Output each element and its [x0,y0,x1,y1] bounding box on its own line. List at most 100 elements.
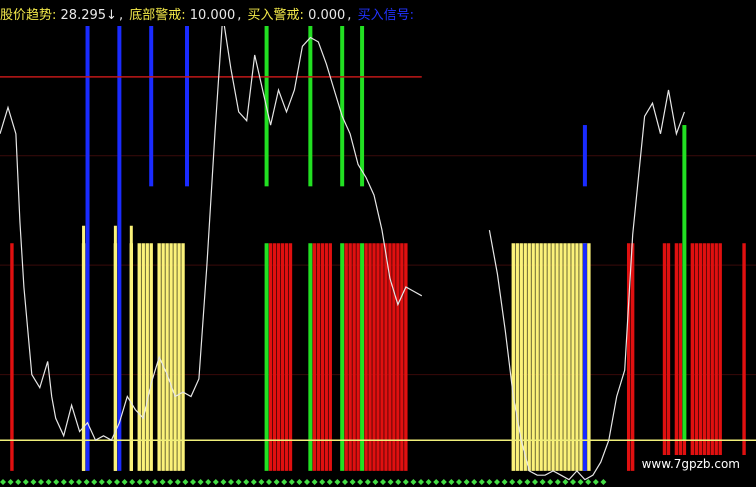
chart-legend: 股价趋势: 28.295↓, 底部警戒: 10.000, 买入警戒: 0.000… [0,6,418,26]
green-signal-line-5 [308,20,313,187]
red-bar-23 [392,243,396,471]
diamond-marker-25 [190,479,196,485]
yellow-bar-3 [137,243,141,471]
yellow-bar-29 [571,243,575,471]
diamond-marker-6 [45,479,52,485]
diamond-marker-11 [83,479,90,485]
red-bar-29 [662,243,667,471]
diamond-marker-44 [334,479,341,485]
diamond-marker-51 [387,479,394,485]
yellow-bar-8 [161,243,165,471]
red-bar-7 [312,243,317,471]
yellow-bar-14 [511,243,515,471]
diamond-marker-43 [326,479,333,485]
diamond-marker-56 [425,479,432,485]
red-bar-31 [674,243,679,471]
yellow-bar-26 [559,243,563,471]
yellow-bar-31 [579,243,583,471]
diamond-marker-75 [570,479,576,485]
legend-buy-warning-value: 0.000 [308,8,346,23]
blue-signal-line-0 [85,20,90,471]
red-bar-39 [710,243,714,471]
yellow-bar-12 [177,243,181,471]
red-bar-37 [702,243,706,471]
red-bar-16 [364,243,368,471]
yellow-bar-30 [575,243,579,471]
diamond-marker-74 [562,479,569,485]
diamond-marker-69 [524,479,531,485]
green-signal-line-2 [340,243,345,471]
yellow-bar-25 [555,243,559,471]
red-bar-41 [718,243,722,471]
diamond-marker-3 [22,479,29,485]
red-bar-38 [706,243,710,471]
diamond-marker-72 [547,479,554,485]
red-bar-2 [272,243,277,471]
diamond-marker-36 [273,479,280,485]
diamond-marker-9 [68,479,75,485]
diamond-marker-16 [121,479,128,485]
diamond-marker-7 [53,479,60,485]
diamond-marker-63 [478,479,485,485]
red-bar-40 [714,243,718,471]
yellow-bar-9 [165,243,169,471]
diamond-marker-40 [304,479,310,485]
yellow-bar-19 [531,243,535,471]
diamond-marker-18 [136,479,143,485]
red-bar-35 [694,243,699,471]
diamond-marker-22 [167,479,174,485]
diamond-marker-14 [106,479,113,485]
down-arrow-icon: ↓ [106,8,117,23]
legend-buy-warning-label: 买入警戒: [247,8,304,23]
red-bar-36 [698,243,702,471]
diamond-marker-23 [174,479,181,485]
red-bar-26 [404,243,408,471]
diamond-marker-2 [15,479,22,485]
diamond-marker-45 [342,479,348,485]
red-bar-0 [10,243,14,471]
red-bar-30 [666,243,671,471]
diamond-marker-10 [76,479,82,485]
diamond-marker-62 [471,479,478,485]
green-signal-line-1 [308,243,313,471]
red-bar-12 [344,243,348,471]
green-signal-line-7 [360,20,365,187]
diamond-marker-29 [220,479,227,485]
red-bar-14 [352,243,356,471]
red-bar-19 [376,243,380,471]
diamond-marker-37 [281,479,288,485]
diamond-marker-58 [440,479,447,485]
red-bar-32 [678,243,683,471]
diamond-marker-15 [114,479,120,485]
red-bar-18 [372,243,376,471]
red-bar-15 [356,243,360,471]
diamond-marker-34 [258,479,265,485]
diamond-marker-47 [357,479,364,485]
diamond-marker-17 [129,479,136,485]
site-watermark: www.7gpzb.com [635,455,746,473]
yellow-bar-15 [515,243,519,471]
legend-bottom-warning-value: 10.000 [189,8,236,23]
diamond-marker-76 [577,479,584,485]
diamond-marker-31 [235,479,242,485]
yellow-bar-23 [547,243,551,471]
legend-trend-value: 28.295 [60,8,107,23]
yellow-bar-27 [563,243,567,471]
red-bar-21 [384,243,388,471]
diamond-marker-13 [98,479,105,485]
legend-trend-label: 股价趋势: [0,8,57,23]
legend-bottom-warning-label: 底部警戒: [129,8,186,23]
blue-signal-line-3 [185,20,190,187]
diamond-marker-38 [288,479,295,485]
yellow-bar-17 [523,243,527,471]
red-bar-17 [368,243,372,471]
diamond-marker-64 [486,479,493,485]
diamond-marker-49 [372,479,379,485]
red-bar-11 [328,243,332,471]
diamond-marker-26 [197,479,204,485]
diamond-marker-8 [60,479,67,485]
yellow-bar-28 [567,243,571,471]
diamond-marker-68 [516,479,523,485]
diamond-marker-33 [250,479,257,485]
diamond-marker-12 [91,479,98,485]
